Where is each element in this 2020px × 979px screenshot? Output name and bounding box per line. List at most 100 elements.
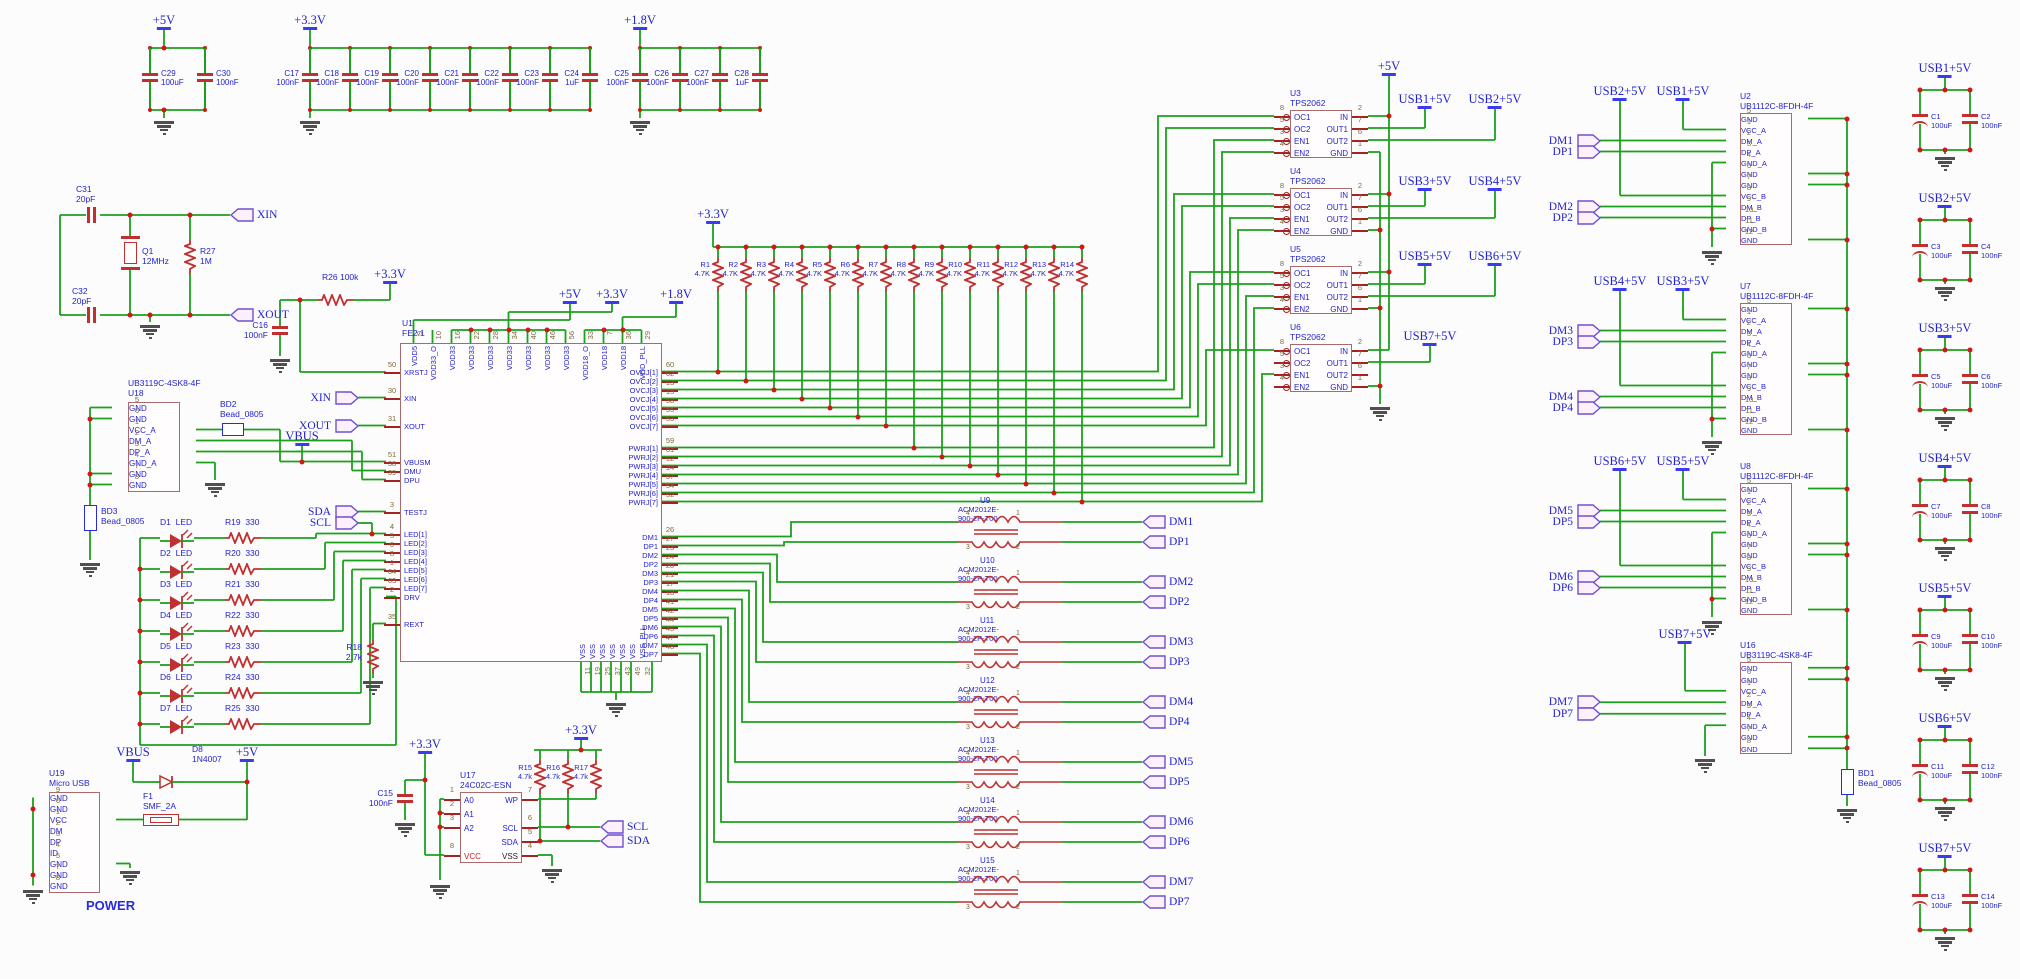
power-flag[interactable]: USB7+5V: [1404, 330, 1457, 346]
power-flag[interactable]: USB4+5V: [1594, 275, 1647, 291]
pin-number: 1: [1016, 510, 1020, 517]
power-flag[interactable]: +3.3V: [374, 268, 406, 284]
resistor[interactable]: R164.7k: [562, 760, 574, 794]
capacitor[interactable]: C281uF: [752, 48, 768, 110]
power-flag[interactable]: +3.3V: [409, 738, 441, 754]
led-row[interactable]: D7 LED R25 330: [140, 703, 400, 734]
resistor[interactable]: R14 4.7K: [1076, 258, 1088, 292]
power-flag[interactable]: USB3+5V: [1919, 322, 1972, 338]
power-flag[interactable]: USB6+5V: [1919, 712, 1972, 728]
capacitor-label: C17100nF: [276, 69, 299, 87]
capacitor[interactable]: C3100uF: [1912, 244, 1928, 254]
power-flag[interactable]: USB6+5V: [1594, 455, 1647, 471]
power-flag[interactable]: USB6+5V: [1469, 250, 1522, 266]
capacitor[interactable]: C5100uF: [1912, 374, 1928, 384]
u16-chip[interactable]: 5GND 6GND 1VCC_A 2DM_A 3DP_A 4GND_A 7GND…: [1740, 662, 1792, 754]
power-flag[interactable]: USB2+5V: [1919, 192, 1972, 208]
wire: [662, 296, 1274, 484]
power-flag[interactable]: USB5+5V: [1399, 250, 1452, 266]
capacitor[interactable]: C11100uF: [1912, 764, 1928, 774]
capacitor[interactable]: C9100uF: [1912, 634, 1928, 644]
power-flag[interactable]: USB4+5V: [1919, 452, 1972, 468]
capacitor-c32[interactable]: [87, 307, 97, 323]
capacitor[interactable]: C29100uF: [142, 48, 158, 110]
wire: [662, 140, 1274, 448]
power-flag[interactable]: +5V: [153, 14, 175, 30]
capacitor[interactable]: C241uF: [582, 48, 598, 110]
capacitor-c15[interactable]: [397, 794, 413, 803]
net-label: DM6: [1169, 816, 1193, 828]
power-flag[interactable]: +3.3V: [565, 724, 597, 740]
resistor-r18[interactable]: [367, 640, 379, 674]
junction-dot: [300, 459, 305, 464]
capacitor[interactable]: C8100nF: [1962, 504, 1978, 514]
power-flag[interactable]: USB4+5V: [1469, 175, 1522, 191]
power-flag[interactable]: +5V: [236, 746, 258, 762]
capacitor[interactable]: C14100nF: [1962, 894, 1978, 904]
junction-dot: [1943, 928, 1948, 933]
capacitor[interactable]: C13100uF: [1912, 894, 1928, 904]
power-flag[interactable]: USB1+5V: [1399, 93, 1452, 109]
resistor-ref: R6: [840, 260, 850, 269]
power-flag[interactable]: VBUS: [116, 746, 149, 762]
power-flag[interactable]: +5V: [559, 288, 581, 304]
pin-number: 8: [129, 472, 145, 481]
fuse-f1[interactable]: [143, 814, 179, 826]
u1-chip[interactable]: 9 VDD5 10 VDD33_O 16 VDD33 22 VDD33 28 V…: [400, 343, 662, 662]
power-flag[interactable]: USB7+5V: [1919, 842, 1972, 858]
power-flag[interactable]: +1.8V: [660, 288, 692, 304]
ferrite-bead-bd1[interactable]: [1841, 769, 1854, 795]
power-flag[interactable]: +5V: [1378, 60, 1400, 76]
resistor-r26[interactable]: [318, 294, 354, 306]
led-row[interactable]: D2 LED R20 330: [140, 548, 400, 579]
capacitor-c31[interactable]: [87, 207, 97, 223]
capacitor[interactable]: C7100uF: [1912, 504, 1928, 514]
u17-chip[interactable]: 1 A0 WP 7 2 A1 3 A2 SCL 6 SDA 5: [460, 792, 522, 863]
capacitor[interactable]: C4100nF: [1962, 244, 1978, 254]
power-flag[interactable]: USB1+5V: [1657, 85, 1710, 101]
ic-pin-row: 55OVCJ[6]: [541, 413, 661, 422]
power-flag[interactable]: +3.3V: [596, 288, 628, 304]
u19-chip[interactable]: 9GND 6GND 1VCC 2DM 3DP 4ID 5GND 7GND 8GN…: [49, 792, 100, 893]
power-flag[interactable]: USB7+5V: [1659, 628, 1712, 644]
junction-dot: [1918, 88, 1923, 93]
junction-dot: [1943, 868, 1948, 873]
resistor-r27[interactable]: [184, 240, 196, 274]
led-row[interactable]: D1 LED R19 330: [140, 517, 400, 548]
power-flag[interactable]: +3.3V: [294, 14, 326, 30]
f1-label: F1SMF_2A: [143, 791, 176, 811]
power-net-label: USB1+5V: [1919, 61, 1972, 75]
led-row[interactable]: D6 LED R24 330: [140, 672, 400, 703]
ground-symbol: [154, 120, 174, 135]
power-flag[interactable]: USB2+5V: [1594, 85, 1647, 101]
capacitor[interactable]: C1100uF: [1912, 114, 1928, 124]
junction-dot: [138, 567, 143, 572]
ferrite-bead-bd2[interactable]: [222, 423, 244, 436]
ferrite-bead-bd3[interactable]: [84, 505, 97, 531]
power-flag[interactable]: +1.8V: [624, 14, 656, 30]
power-flag[interactable]: USB2+5V: [1469, 93, 1522, 109]
power-flag[interactable]: USB5+5V: [1657, 455, 1710, 471]
capacitor[interactable]: C10100nF: [1962, 634, 1978, 644]
led-row[interactable]: D4 LED R22 330: [140, 610, 400, 641]
power-flag[interactable]: +3.3V: [697, 208, 729, 224]
resistor[interactable]: R154.7k: [534, 760, 546, 794]
ground-symbol: [1935, 936, 1955, 951]
power-flag[interactable]: USB1+5V: [1919, 62, 1972, 78]
capacitor[interactable]: C6100nF: [1962, 374, 1978, 384]
capacitor[interactable]: C23100nF: [542, 48, 558, 110]
junction-dot: [1845, 734, 1850, 739]
u18-chip[interactable]: 5 GND 6 GND 1 VCC_A 2 DM_A 3 DP_A 4 GND_…: [128, 402, 180, 492]
resistor[interactable]: R174.7k: [590, 760, 602, 794]
power-flag[interactable]: USB3+5V: [1657, 275, 1710, 291]
capacitor[interactable]: C2100nF: [1962, 114, 1978, 124]
power-flag[interactable]: USB5+5V: [1919, 582, 1972, 598]
capacitor[interactable]: C27100nF: [712, 48, 728, 110]
capacitor[interactable]: C12100nF: [1962, 764, 1978, 774]
capacitor-c16[interactable]: [272, 326, 288, 335]
power-flag[interactable]: USB3+5V: [1399, 175, 1452, 191]
led-row[interactable]: D3 LED R21 330: [140, 579, 400, 610]
diode-d8[interactable]: [152, 775, 184, 789]
capacitor[interactable]: C30100nF: [197, 48, 213, 110]
power-flag[interactable]: VBUS: [285, 430, 318, 446]
